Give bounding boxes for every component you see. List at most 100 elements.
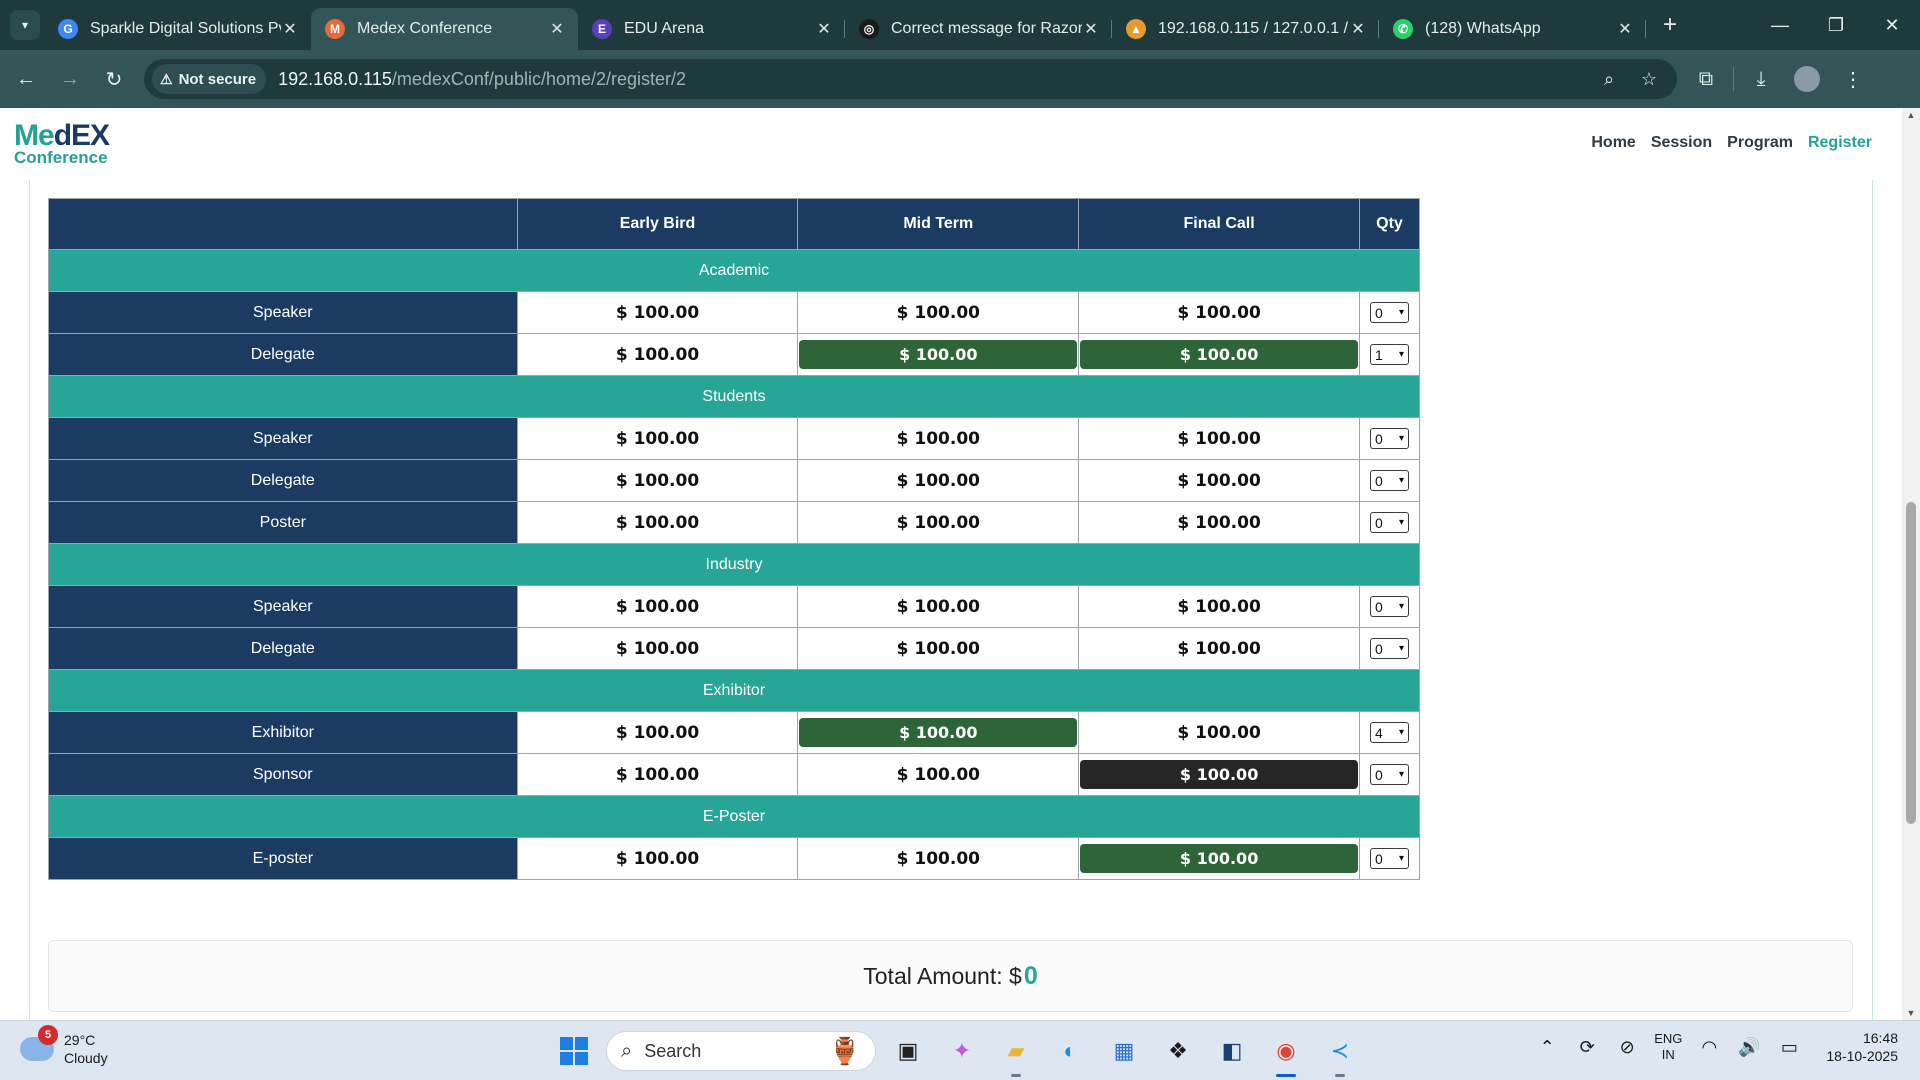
tab-close-icon[interactable]: ✕ xyxy=(815,19,833,39)
tab-close-icon[interactable]: ✕ xyxy=(1616,19,1634,39)
final-call-price-cell[interactable]: $ 100.00 xyxy=(1078,753,1360,796)
show-hidden-icons-chevron-icon[interactable]: ⌃ xyxy=(1534,1037,1560,1058)
final-call-price-cell[interactable]: $ 100.00 xyxy=(1078,291,1360,334)
mid-term-price-cell[interactable]: $ 100.00 xyxy=(797,627,1080,670)
page-scrollbar[interactable]: ▲ ▼ xyxy=(1902,108,1920,1020)
vscode-icon[interactable]: ≺ xyxy=(1318,1029,1362,1077)
mid-term-price-cell[interactable]: $ 100.00 xyxy=(797,711,1080,754)
tab-close-icon[interactable]: ✕ xyxy=(548,19,566,39)
profile-avatar[interactable] xyxy=(1794,66,1820,92)
restore-icon[interactable]: ❐ xyxy=(1808,0,1864,50)
new-tab-plus-icon[interactable]: + xyxy=(1654,9,1686,41)
early-bird-price-cell[interactable]: $ 100.00 xyxy=(516,627,799,670)
final-call-price-cell[interactable]: $ 100.00 xyxy=(1078,837,1360,880)
address-bar[interactable]: ⚠ Not secure 192.168.0.115/medexConf/pub… xyxy=(144,59,1677,99)
clock[interactable]: 16:48 18-10-2025 xyxy=(1826,1029,1898,1065)
final-call-price-cell[interactable]: $ 100.00 xyxy=(1078,459,1360,502)
qty-select[interactable]: 4 ▾ xyxy=(1370,722,1409,743)
weather-widget[interactable]: 5 29°C Cloudy xyxy=(20,1025,108,1067)
dev-tool-app-icon[interactable]: ◧ xyxy=(1210,1029,1254,1073)
tab-close-icon[interactable]: ✕ xyxy=(1349,19,1367,39)
extensions-puzzle-icon[interactable]: ⧉ xyxy=(1683,68,1729,91)
mid-term-price-cell[interactable]: $ 100.00 xyxy=(797,753,1080,796)
mid-term-price-cell[interactable]: $ 100.00 xyxy=(797,585,1080,628)
mid-term-price-cell[interactable]: $ 100.00 xyxy=(797,333,1080,376)
final-call-price-cell[interactable]: $ 100.00 xyxy=(1078,333,1360,376)
browser-tab[interactable]: G Sparkle Digital Solutions Pvt ✕ xyxy=(44,8,311,50)
nav-register[interactable]: Register xyxy=(1808,134,1872,152)
reload-icon[interactable]: ↻ xyxy=(96,61,132,97)
tab-close-icon[interactable]: ✕ xyxy=(281,19,299,39)
windows-start-icon[interactable] xyxy=(552,1029,596,1073)
qty-select[interactable]: 0 ▾ xyxy=(1370,596,1409,617)
zoom-magnifier-icon[interactable]: ⌕ xyxy=(1589,69,1629,90)
scroll-up-arrow-icon[interactable]: ▲ xyxy=(1902,110,1920,120)
early-bird-price-cell[interactable]: $ 100.00 xyxy=(516,291,799,334)
early-bird-price-cell[interactable]: $ 100.00 xyxy=(516,501,799,544)
mid-term-price-cell[interactable]: $ 100.00 xyxy=(797,501,1080,544)
selected-price-pill[interactable]: $ 100.00 xyxy=(1080,760,1358,789)
early-bird-price-cell[interactable]: $ 100.00 xyxy=(516,417,799,460)
mid-term-price-cell[interactable]: $ 100.00 xyxy=(797,417,1080,460)
scrollbar-thumb[interactable] xyxy=(1906,502,1916,824)
site-info-chip[interactable]: ⚠ Not secure xyxy=(152,64,267,94)
copilot-icon[interactable]: ✦ xyxy=(940,1029,984,1073)
forward-arrow-icon[interactable]: → xyxy=(52,61,88,97)
qty-select[interactable]: 0 ▾ xyxy=(1370,764,1409,785)
close-window-icon[interactable]: ✕ xyxy=(1864,0,1920,50)
final-call-price-cell[interactable]: $ 100.00 xyxy=(1078,585,1360,628)
selected-price-pill[interactable]: $ 100.00 xyxy=(799,340,1078,369)
back-arrow-icon[interactable]: ← xyxy=(8,61,44,97)
nav-home[interactable]: Home xyxy=(1591,134,1635,152)
speaker-volume-icon[interactable]: 🔊 xyxy=(1736,1037,1762,1058)
scroll-down-arrow-icon[interactable]: ▼ xyxy=(1902,1008,1920,1018)
early-bird-price-cell[interactable]: $ 100.00 xyxy=(516,459,799,502)
browser-menu-kebab-icon[interactable]: ⋮ xyxy=(1830,67,1876,92)
cloud-offline-icon[interactable]: ⊘ xyxy=(1614,1037,1640,1058)
qty-select[interactable]: 0 ▾ xyxy=(1370,428,1409,449)
bookmark-star-icon[interactable]: ☆ xyxy=(1629,69,1669,90)
qty-select[interactable]: 0 ▾ xyxy=(1370,638,1409,659)
early-bird-price-cell[interactable]: $ 100.00 xyxy=(516,837,799,880)
microsoft-store-icon[interactable]: ▦ xyxy=(1102,1029,1146,1073)
browser-tab[interactable]: ✆ (128) WhatsApp ✕ xyxy=(1379,8,1646,50)
edge-browser-icon[interactable]: ◐ xyxy=(1048,1029,1092,1073)
final-call-price-cell[interactable]: $ 100.00 xyxy=(1078,627,1360,670)
selected-price-pill[interactable]: $ 100.00 xyxy=(1080,844,1358,873)
sync-icon[interactable]: ⟳ xyxy=(1574,1037,1600,1058)
early-bird-price-cell[interactable]: $ 100.00 xyxy=(516,753,799,796)
task-view-icon[interactable]: ▣ xyxy=(886,1029,930,1073)
taskbar-search[interactable]: ⌕ Search 🏺 xyxy=(606,1031,876,1071)
browser-tab[interactable]: ▲ 192.168.0.115 / 127.0.0.1 / ✕ xyxy=(1112,8,1379,50)
early-bird-price-cell[interactable]: $ 100.00 xyxy=(516,333,799,376)
final-call-price-cell[interactable]: $ 100.00 xyxy=(1078,711,1360,754)
browser-tab[interactable]: ◎ Correct message for Razorpay✕ xyxy=(845,8,1112,50)
wifi-icon[interactable]: ◠ xyxy=(1696,1037,1722,1058)
tab-search-chevron-icon[interactable]: ▾ xyxy=(10,10,40,40)
qty-select[interactable]: 1 ▾ xyxy=(1370,344,1409,365)
browser-tab[interactable]: M Medex Conference ✕ xyxy=(311,8,578,50)
language-indicator[interactable]: ENG IN xyxy=(1654,1031,1682,1063)
mid-term-price-cell[interactable]: $ 100.00 xyxy=(797,291,1080,334)
early-bird-price-cell[interactable]: $ 100.00 xyxy=(516,711,799,754)
selected-price-pill[interactable]: $ 100.00 xyxy=(1080,340,1358,369)
browser-tab[interactable]: E EDU Arena ✕ xyxy=(578,8,845,50)
url-text[interactable]: 192.168.0.115/medexConf/public/home/2/re… xyxy=(278,69,686,90)
mid-term-price-cell[interactable]: $ 100.00 xyxy=(797,459,1080,502)
qty-select[interactable]: 0 ▾ xyxy=(1370,848,1409,869)
file-explorer-icon[interactable]: ▰ xyxy=(994,1029,1038,1077)
selected-price-pill[interactable]: $ 100.00 xyxy=(799,718,1078,747)
mid-term-price-cell[interactable]: $ 100.00 xyxy=(797,837,1080,880)
minimize-icon[interactable]: — xyxy=(1752,0,1808,50)
nav-session[interactable]: Session xyxy=(1651,134,1712,152)
battery-icon[interactable]: ▭ xyxy=(1776,1037,1802,1058)
chrome-icon[interactable]: ◉ xyxy=(1264,1029,1308,1077)
medex-logo[interactable]: MedEX Conference xyxy=(14,121,124,167)
qty-select[interactable]: 0 ▾ xyxy=(1370,470,1409,491)
nav-program[interactable]: Program xyxy=(1727,134,1793,152)
final-call-price-cell[interactable]: $ 100.00 xyxy=(1078,417,1360,460)
dropbox-icon[interactable]: ❖ xyxy=(1156,1029,1200,1073)
tab-close-icon[interactable]: ✕ xyxy=(1082,19,1100,39)
qty-select[interactable]: 0 ▾ xyxy=(1370,512,1409,533)
early-bird-price-cell[interactable]: $ 100.00 xyxy=(516,585,799,628)
